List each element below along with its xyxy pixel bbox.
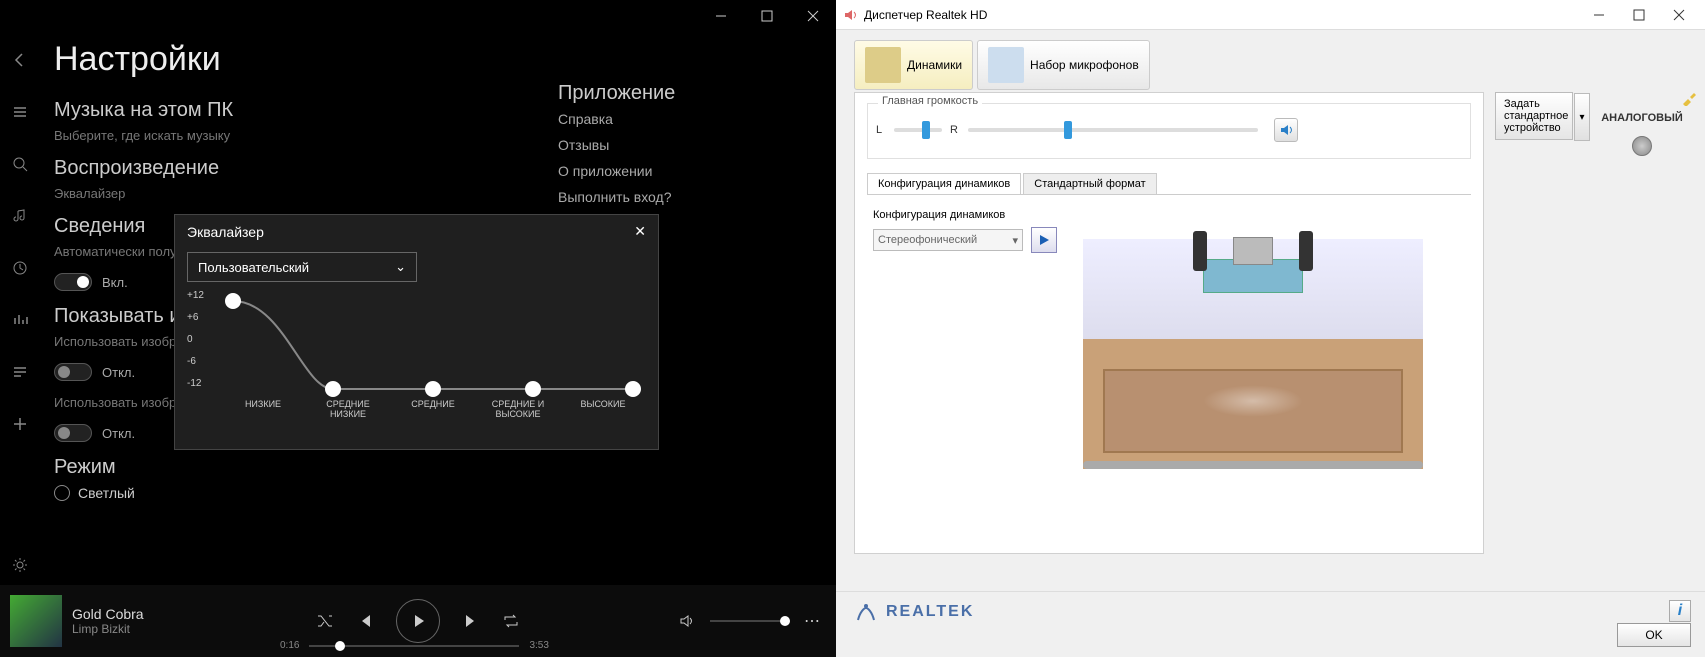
track-artist[interactable]: Limp Bizkit <box>72 622 144 636</box>
help-link[interactable]: Справка <box>558 111 818 127</box>
tab-speaker-config[interactable]: Конфигурация динамиков <box>867 173 1021 194</box>
eq-band-handle[interactable] <box>225 293 241 309</box>
rt-maximize-button[interactable] <box>1619 0 1659 31</box>
equalizer-chart: +12 +6 0 -6 -12 НИЗКИЕ СРЕДНИЕ НИЗКИЕ СР… <box>187 290 646 414</box>
speakers-device-icon <box>865 47 901 83</box>
time-elapsed: 0:16 <box>280 640 299 651</box>
tab-default-format[interactable]: Стандартный формат <box>1023 173 1156 194</box>
groove-body: Настройки Музыка на этом ПК Выберите, гд… <box>0 32 836 585</box>
ok-button[interactable]: OK <box>1617 623 1691 647</box>
toggle-label-off2: Откл. <box>102 426 135 441</box>
search-icon[interactable] <box>0 144 40 184</box>
groove-window: Настройки Музыка на этом ПК Выберите, гд… <box>0 0 836 657</box>
device-tab-speakers[interactable]: Динамики <box>854 40 973 90</box>
playlist-icon[interactable] <box>0 352 40 392</box>
desktop-toggle[interactable] <box>54 424 92 442</box>
eq-band-handle[interactable] <box>625 381 641 397</box>
test-play-button[interactable] <box>1031 227 1057 253</box>
chevron-down-icon[interactable]: ▾ <box>1574 93 1590 141</box>
hamburger-icon[interactable] <box>0 92 40 132</box>
realtek-body: Динамики Набор микрофонов Главная громко… <box>836 30 1705 657</box>
equalizer-close-icon[interactable]: ✕ <box>634 223 646 240</box>
chevron-down-icon: ▾ <box>1012 234 1018 247</box>
recent-icon[interactable] <box>0 248 40 288</box>
balance-slider[interactable] <box>894 128 942 132</box>
realtek-footer: REALTEK i OK <box>836 591 1705 657</box>
preset-value: Пользовательский <box>198 260 309 275</box>
app-section: Приложение Справка Отзывы О приложении В… <box>558 74 818 215</box>
album-art[interactable] <box>10 595 62 647</box>
chevron-down-icon: ⌄ <box>395 259 406 275</box>
settings-icon[interactable] <box>0 545 40 585</box>
groove-titlebar <box>0 0 836 32</box>
shuffle-icon[interactable] <box>316 612 334 630</box>
section-app: Приложение <box>558 82 818 105</box>
equalizer-preset-select[interactable]: Пользовательский ⌄ <box>187 252 417 282</box>
equalizer-title: Эквалайзер <box>187 224 264 240</box>
realtek-window: Диспетчер Realtek HD Динамики Набор микр… <box>836 0 1705 657</box>
signin-link[interactable]: Выполнить вход? <box>558 189 818 205</box>
window-title: Диспетчер Realtek HD <box>864 8 987 22</box>
back-icon[interactable] <box>0 40 40 80</box>
feedback-link[interactable]: Отзывы <box>558 137 818 153</box>
volume-slider[interactable] <box>710 620 790 622</box>
close-button[interactable] <box>790 0 836 32</box>
left-speaker-icon[interactable] <box>1193 231 1207 271</box>
about-link[interactable]: О приложении <box>558 163 818 179</box>
analog-label: АНАЛОГОВЫЙ <box>1593 112 1691 124</box>
minimize-button[interactable] <box>698 0 744 32</box>
music-icon[interactable] <box>0 196 40 236</box>
play-button[interactable] <box>396 599 440 643</box>
mode-light-radio[interactable]: Светлый <box>54 485 836 501</box>
previous-icon[interactable] <box>356 612 374 630</box>
config-label: Конфигурация динамиков <box>873 209 1063 221</box>
speaker-config-select[interactable]: Стереофонический ▾ <box>873 229 1023 251</box>
eq-band-handle[interactable] <box>425 381 441 397</box>
time-duration: 3:53 <box>529 640 548 651</box>
set-default-device-button[interactable]: Задать стандартное устройство ▾ <box>1495 92 1573 140</box>
speaker-panel: Главная громкость L R Конфигурация динам… <box>854 92 1484 554</box>
main-volume-slider[interactable] <box>968 128 1258 132</box>
eq-band-handle[interactable] <box>525 381 541 397</box>
progress-slider[interactable] <box>309 645 519 647</box>
analog-jack-icon[interactable] <box>1632 136 1652 156</box>
equalizer-dialog: Эквалайзер ✕ Пользовательский ⌄ +12 +6 0… <box>174 214 659 450</box>
right-speaker-icon[interactable] <box>1299 231 1313 271</box>
realtek-logo: REALTEK <box>854 600 974 624</box>
auto-fetch-toggle[interactable] <box>54 273 92 291</box>
speaker-icon <box>842 7 858 23</box>
rt-close-button[interactable] <box>1659 0 1699 31</box>
track-title: Gold Cobra <box>72 606 144 622</box>
speaker-room-diagram <box>1083 209 1423 469</box>
player-bar: Gold Cobra Limp Bizkit 0:16 3:53 ⋯ <box>0 585 836 657</box>
repeat-icon[interactable] <box>502 612 520 630</box>
rt-minimize-button[interactable] <box>1579 0 1619 31</box>
next-icon[interactable] <box>462 612 480 630</box>
toggle-label-off1: Откл. <box>102 365 135 380</box>
mute-button[interactable] <box>1274 118 1298 142</box>
eq-band-handle[interactable] <box>325 381 341 397</box>
mic-device-icon <box>988 47 1024 83</box>
toggle-label-on: Вкл. <box>102 275 128 290</box>
volume-section-title: Главная громкость <box>878 95 982 107</box>
add-icon[interactable] <box>0 404 40 444</box>
volume-icon[interactable] <box>678 612 696 630</box>
groove-sidebar <box>0 32 40 585</box>
maximize-button[interactable] <box>744 0 790 32</box>
device-tab-mic[interactable]: Набор микрофонов <box>977 40 1150 90</box>
lock-screen-toggle[interactable] <box>54 363 92 381</box>
realtek-titlebar: Диспетчер Realtek HD <box>836 0 1705 30</box>
more-icon[interactable]: ⋯ <box>804 611 820 631</box>
now-playing-icon[interactable] <box>0 300 40 340</box>
info-button[interactable]: i <box>1669 600 1691 622</box>
section-mode: Режим <box>54 456 836 479</box>
